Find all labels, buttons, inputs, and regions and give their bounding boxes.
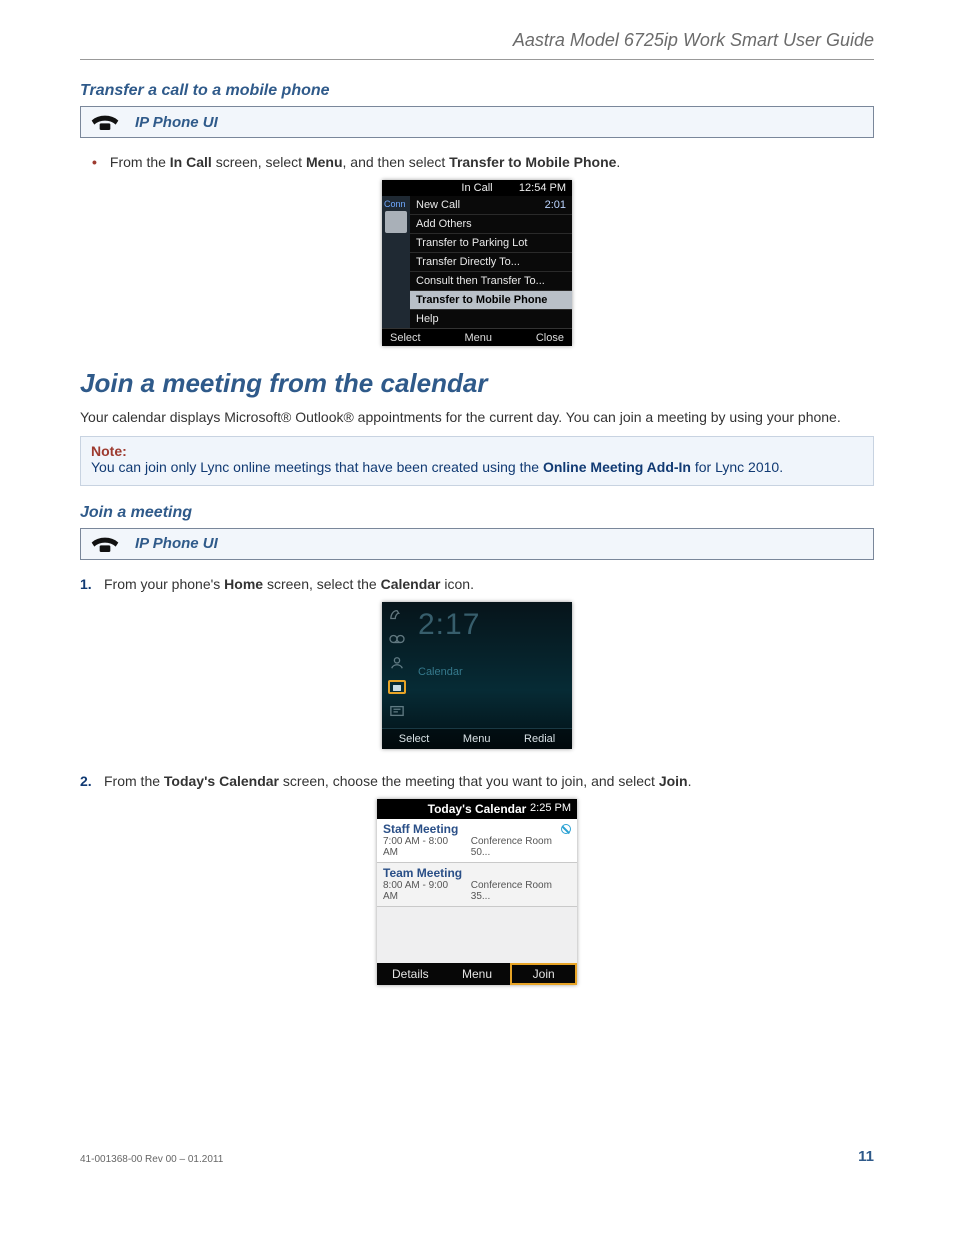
empty-list-area [377,907,577,963]
menu-item[interactable]: Add Others [410,214,572,233]
menu-item[interactable]: New Call 2:01 [410,196,572,214]
screenshot-incall-menu: In Call 12:54 PM Conn New Call 2:01 Add … [382,180,572,346]
calendar-icon[interactable] [388,680,406,694]
screenshot-todays-calendar: Today's Calendar 2:25 PM Staff Meeting 7… [377,799,577,985]
softkey-menu[interactable]: Menu [464,332,492,344]
step-2: 2. From the Today's Calendar screen, cho… [100,771,874,791]
home-time: 2:17 [418,608,566,642]
avatar [385,211,407,233]
note-label: Note: [91,443,863,459]
menu-item-selected[interactable]: Transfer to Mobile Phone [410,290,572,309]
subheading-join: Join a meeting [80,504,874,522]
step-1: 1. From your phone's Home screen, select… [100,574,874,594]
voicemail-icon[interactable] [388,632,406,646]
screen-title: Today's Calendar [428,802,527,816]
softkey-details[interactable]: Details [377,963,444,985]
ip-phone-ui-label: IP Phone UI [135,114,218,131]
softkey-select[interactable]: Select [399,733,430,745]
ip-phone-ui-label: IP Phone UI [135,535,218,552]
page-number: 11 [858,1148,874,1165]
ip-phone-ui-bar: IP Phone UI [80,528,874,560]
bullet-transfer-step: From the In Call screen, select Menu, an… [106,152,874,172]
menu-item[interactable]: Transfer to Parking Lot [410,233,572,252]
contacts-icon[interactable] [388,656,406,670]
softkey-join[interactable]: Join [510,963,577,985]
call-log-icon[interactable] [388,704,406,718]
footer-revision: 41-001368-00 Rev 00 – 01.2011 [80,1154,223,1165]
softkey-select[interactable]: Select [390,332,421,344]
subheading-transfer: Transfer a call to a mobile phone [80,82,874,100]
menu-item[interactable]: Help [410,309,572,328]
screenshot-home-calendar: 2:17 Calendar Select Menu Redial [382,602,572,749]
calendar-event-selected[interactable]: Staff Meeting 7:00 AM - 8:00 AMConferenc… [377,819,577,863]
calendar-event[interactable]: Team Meeting 8:00 AM - 9:00 AMConference… [377,863,577,907]
screen-title: In Call [461,182,492,194]
softkey-menu[interactable]: Menu [463,733,491,745]
heading-join-meeting: Join a meeting from the calendar [80,368,874,399]
softkey-close[interactable]: Close [536,332,564,344]
menu-item[interactable]: Transfer Directly To... [410,252,572,271]
phone-icon [89,111,121,133]
clock: 12:54 PM [519,182,566,194]
action-menu: New Call 2:01 Add Others Transfer to Par… [410,196,572,328]
ip-phone-ui-bar: IP Phone UI [80,106,874,138]
phone-icon [89,533,121,555]
calendar-label: Calendar [418,666,566,678]
note-box: Note: You can join only Lync online meet… [80,436,874,486]
handset-icon[interactable] [388,608,406,622]
call-duration: 2:01 [545,199,566,211]
running-header: Aastra Model 6725ip Work Smart User Guid… [80,30,874,60]
side-status: Conn [384,199,408,209]
menu-item[interactable]: Consult then Transfer To... [410,271,572,290]
online-meeting-icon [561,824,571,834]
softkey-redial[interactable]: Redial [524,733,555,745]
clock: 2:25 PM [530,802,571,814]
intro-paragraph: Your calendar displays Microsoft® Outloo… [80,407,874,427]
softkey-menu[interactable]: Menu [444,963,511,985]
